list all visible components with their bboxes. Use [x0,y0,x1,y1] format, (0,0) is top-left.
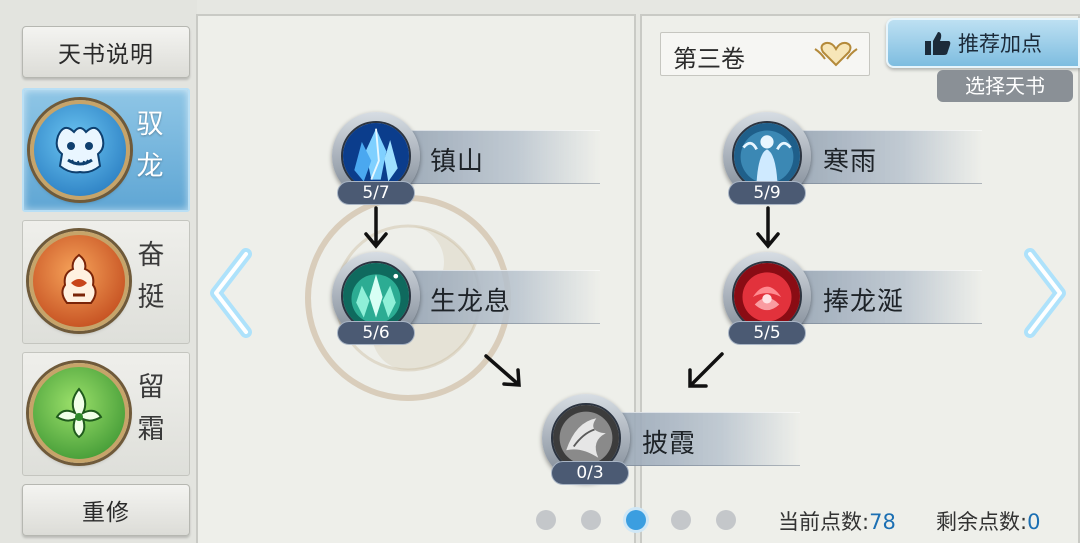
remaining-points-value: 0 [1027,510,1041,534]
reset-button[interactable]: 重修 [22,484,190,536]
skill-path-arrow [688,352,724,388]
skill-count-hanyu: 5/9 [728,181,806,205]
skill-banner [390,130,600,184]
book-tab-label: 驭龙 [136,109,164,182]
page-dot-active[interactable] [626,510,646,530]
skill-count-zhenshan: 5/7 [337,181,415,205]
skill-name-zhenshan: 镇山 [430,147,485,177]
page-dot[interactable] [716,510,736,530]
book-tab-label: 奋挺 [137,240,165,313]
skill-name-shenglongxi: 生龙息 [430,287,512,317]
skill-name-penglongxian: 捧龙涎 [823,287,905,317]
choose-book-button[interactable]: 选择天书 [937,70,1073,102]
skill-count-shenglongxi: 5/6 [337,321,415,345]
skill-count-pixia: 0/3 [551,461,629,485]
skill-path-arrow [484,354,521,387]
skill-banner [600,412,800,466]
book-info-button[interactable]: 天书说明 [22,26,190,78]
previous-page-arrow[interactable] [206,248,256,338]
heart-wings-icon [814,41,858,67]
remaining-points: 剩余点数:0 [936,506,1040,536]
book-sidebar: 天书说明 驭龙 奋挺 留霜 重修 [0,0,197,543]
current-points: 当前点数:78 [778,506,896,536]
dragon-head-icon [30,100,130,200]
next-page-arrow[interactable] [1020,248,1070,338]
skill-count-penglongxian: 5/5 [728,321,806,345]
page-dot[interactable] [581,510,601,530]
current-points-label: 当前点数: [778,510,870,534]
book-tab-fenting[interactable]: 奋挺 [22,220,190,344]
frost-flower-icon [29,363,129,463]
book-tab-label: 留霜 [137,372,165,445]
skill-name-pixia: 披霞 [642,429,697,459]
volume-selector[interactable]: 第三卷 [660,32,870,76]
skill-banner [782,130,982,184]
skill-name-hanyu: 寒雨 [823,147,878,177]
skill-path-arrow [364,206,388,249]
recommend-points-button[interactable]: 推荐加点 [886,18,1080,68]
page-dot[interactable] [671,510,691,530]
page-dot[interactable] [536,510,556,530]
recommend-points-label: 推荐加点 [958,32,1042,56]
book-tab-liushuang[interactable]: 留霜 [22,352,190,476]
thumbs-up-icon [925,32,951,55]
book-tab-yulong[interactable]: 驭龙 [22,88,190,212]
flame-gourd-icon [29,231,129,331]
skill-path-arrow [756,206,780,249]
volume-label: 第三卷 [673,45,745,73]
remaining-points-label: 剩余点数: [936,510,1028,534]
current-points-value: 78 [869,510,896,534]
